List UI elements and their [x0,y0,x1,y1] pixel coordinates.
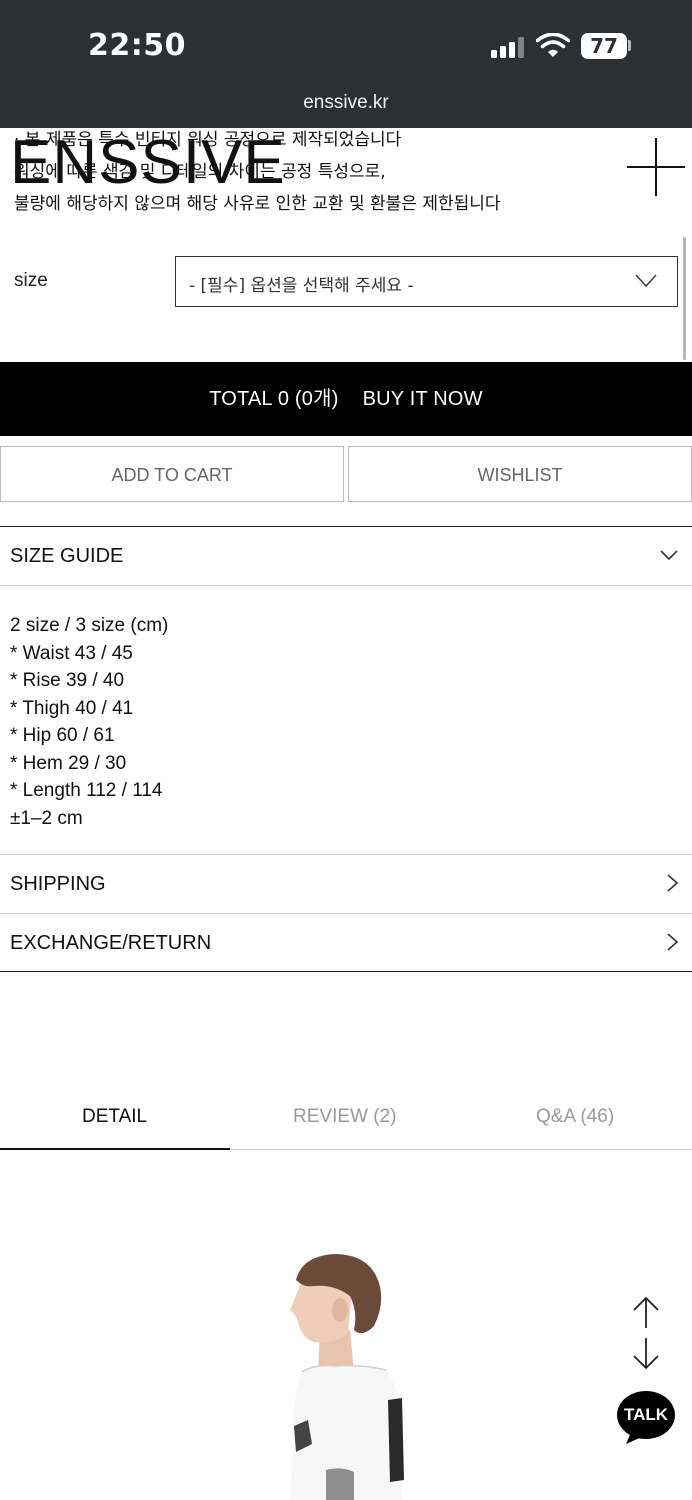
add-to-cart-button[interactable]: ADD TO CART [0,446,344,502]
size-guide-line: * Hip 60 / 61 [10,725,115,746]
tab-detail[interactable]: DETAIL [82,1106,147,1128]
chevron-down-icon[interactable] [660,546,678,564]
tab-review[interactable]: REVIEW (2) [293,1106,396,1128]
size-guide-line: * Hem 29 / 30 [10,752,127,774]
battery-nub [628,40,631,51]
size-guide-content: 2 size / 3 size (cm) * Waist 43 / 45 * R… [10,612,168,832]
size-guide-line: * Length 112 / 114 [10,780,163,801]
chevron-down-icon [635,274,657,288]
total-price: TOTAL 0 (0개) [209,388,339,410]
product-model-image [290,1254,404,1500]
size-guide-title[interactable]: SIZE GUIDE [10,545,123,568]
chevron-right-icon[interactable] [663,874,681,892]
tab-qna[interactable]: Q&A (46) [536,1106,614,1128]
buy-now-button[interactable]: BUY IT NOW [363,388,483,410]
chevron-right-icon[interactable] [663,933,681,951]
plus-icon[interactable] [626,138,686,198]
scrollbar[interactable] [683,237,686,360]
address-bar-url[interactable]: enssive.kr [0,92,692,114]
active-tab-indicator [0,1148,230,1150]
arrow-down-icon[interactable] [632,1336,660,1370]
size-guide-line: * Rise 39 / 40 [10,670,125,691]
divider [0,585,692,586]
divider [0,913,692,914]
buy-now-bar[interactable]: TOTAL 0 (0개) BUY IT NOW [0,362,692,436]
option-label: size [14,270,48,291]
talk-label: TALK [623,1405,669,1424]
status-time: 22:50 [88,28,186,63]
divider [0,971,692,972]
size-guide-line: 2 size / 3 size (cm) [10,615,169,636]
wifi-icon [536,33,570,57]
size-select[interactable]: - [필수] 옵션을 선택해 주세요 - [175,256,678,307]
size-guide-line: ±1–2 cm [10,807,83,829]
divider [0,854,692,855]
exchange-return-title[interactable]: EXCHANGE/RETURN [10,932,211,955]
brand-logo[interactable]: ENSSIVE [10,132,286,194]
battery-icon: 77 [581,33,627,59]
product-page: 22:50 77 enssive.kr · 본 제품은 특수 빈티지 워싱 공정… [0,0,692,1500]
status-bar: 22:50 77 enssive.kr [0,0,692,128]
shipping-title[interactable]: SHIPPING [10,873,106,896]
arrow-up-icon[interactable] [632,1296,660,1330]
wishlist-button[interactable]: WISHLIST [348,446,692,502]
size-guide-line: * Thigh 40 / 41 [10,697,134,719]
size-guide-line: * Waist 43 / 45 [10,642,133,664]
divider [0,526,692,527]
size-select-placeholder: - [필수] 옵션을 선택해 주세요 - [189,276,414,296]
cellular-signal-icon [491,36,524,58]
